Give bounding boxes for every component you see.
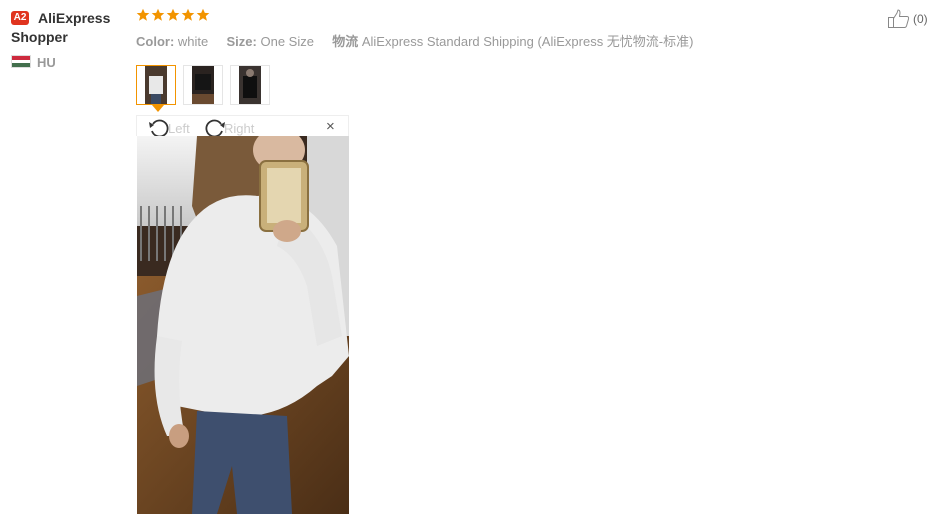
star-icon bbox=[136, 8, 150, 21]
star-icon bbox=[196, 8, 210, 21]
thumbs-up-icon bbox=[888, 9, 910, 28]
rotate-left-label: Left bbox=[168, 120, 190, 136]
rotate-left-button[interactable]: Left bbox=[147, 118, 190, 138]
review-photo-thumb-3[interactable] bbox=[230, 65, 270, 105]
close-icon[interactable]: × bbox=[326, 118, 335, 135]
rotate-right-button[interactable]: Right bbox=[203, 118, 254, 138]
star-icon bbox=[166, 8, 180, 21]
star-icon bbox=[181, 8, 195, 21]
star-icon bbox=[151, 8, 165, 21]
attr-size-key: Size: bbox=[226, 34, 257, 49]
helpful-count: (0) bbox=[913, 12, 928, 26]
reviewer-name: AliExpress Shopper bbox=[11, 10, 111, 45]
attr-logistics-key: 物流 bbox=[332, 34, 359, 49]
helpful-button[interactable]: (0) bbox=[887, 9, 928, 29]
country-code: HU bbox=[37, 55, 56, 70]
thumbnail-image bbox=[239, 66, 261, 104]
photo-viewer-toolbar: Left Right × bbox=[136, 115, 349, 138]
star-rating bbox=[136, 8, 210, 22]
selected-thumb-caret bbox=[152, 105, 164, 112]
review-photo-thumb-2[interactable] bbox=[183, 65, 223, 105]
attr-size-value: One Size bbox=[260, 34, 314, 49]
review-photo-thumb-1[interactable] bbox=[136, 65, 176, 105]
thumbnail-image bbox=[192, 66, 214, 104]
order-attributes: Color: white Size: One Size 物流 AliExpres… bbox=[136, 31, 693, 50]
rotate-right-label: Right bbox=[224, 120, 255, 136]
attr-logistics-value: AliExpress Standard Shipping (AliExpress… bbox=[361, 34, 694, 49]
attr-color-value: white bbox=[177, 34, 209, 49]
thumbnail-image bbox=[145, 66, 167, 104]
review-photo-large bbox=[137, 136, 349, 514]
attr-color-key: Color: bbox=[136, 34, 175, 49]
country-flag-icon bbox=[11, 55, 31, 68]
